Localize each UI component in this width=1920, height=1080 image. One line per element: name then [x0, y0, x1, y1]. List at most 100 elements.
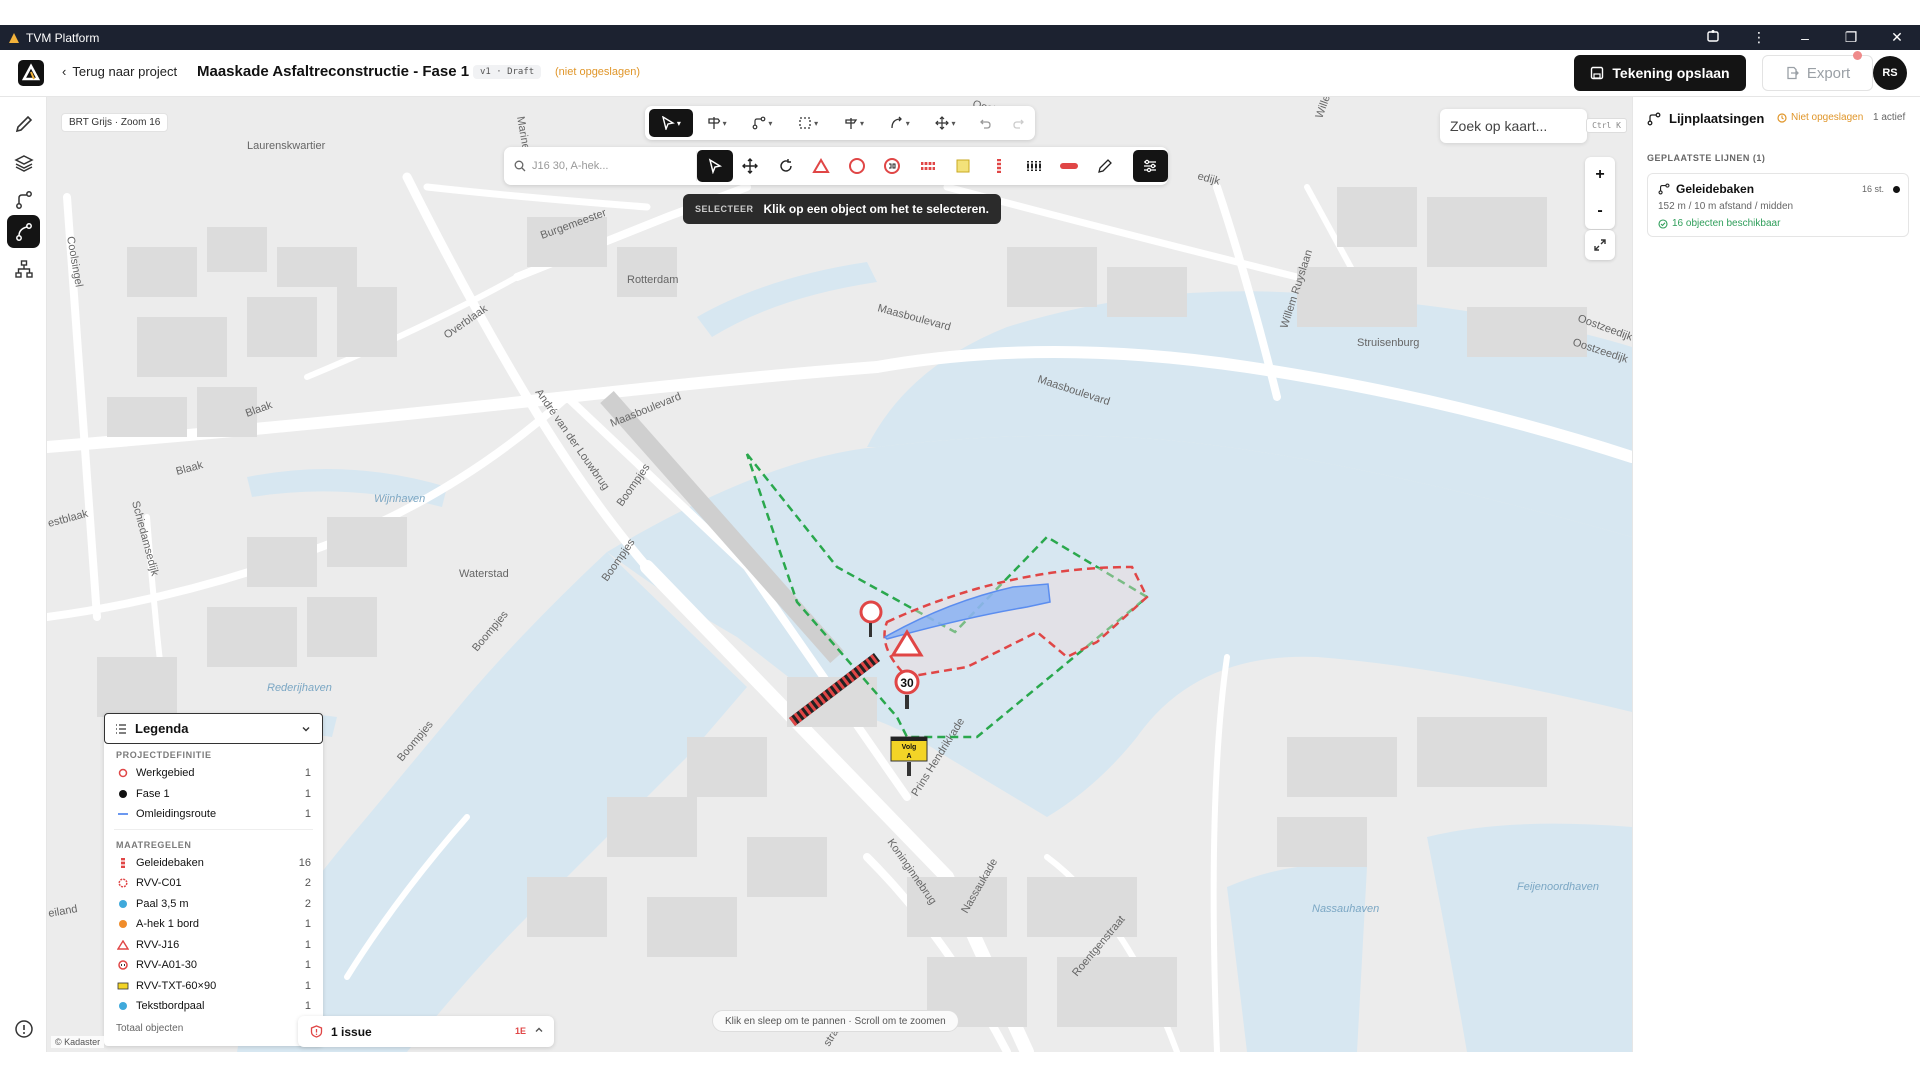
tool-rotate[interactable]: [768, 150, 803, 182]
close-window-button[interactable]: ✕: [1874, 29, 1920, 46]
tool-warning-sign[interactable]: [804, 150, 839, 182]
chevron-down-icon: [301, 722, 311, 737]
minimize-button[interactable]: –: [1782, 30, 1828, 46]
chevron-down-icon: ▾: [768, 118, 773, 128]
label-rederijhaven: Rederijhaven: [267, 682, 332, 694]
legend-label: Geleidebaken: [136, 856, 204, 869]
tool-settings[interactable]: [1132, 150, 1169, 182]
map-canvas[interactable]: Laurenskwartier Rotterdam Overblaak Burg…: [47, 97, 1632, 1052]
tool-speed-sign[interactable]: [874, 150, 909, 182]
layers-button[interactable]: [7, 146, 40, 179]
tool-prohibition-sign[interactable]: [839, 150, 874, 182]
legend-item: A-hek 1 bord 1: [104, 914, 323, 935]
barrier-icon: [920, 162, 935, 170]
legend-item: Tekstbordpaal 1: [104, 996, 323, 1017]
hierarchy-icon: [14, 259, 33, 278]
draw-tool-button[interactable]: [7, 107, 40, 140]
save-drawing-button[interactable]: Tekening opslaan: [1574, 55, 1746, 91]
panel-header: Lijnplaatsingen: [1647, 111, 1764, 126]
label-marine: Marine: [514, 115, 532, 150]
beacon-icon: [121, 857, 125, 868]
label-wille: Wille: [1314, 97, 1333, 120]
issues-count: 1E: [514, 1026, 526, 1036]
undo-button[interactable]: [969, 109, 1001, 137]
fullscreen-button[interactable]: [1585, 230, 1615, 260]
window-titlebar: TVM Platform ⋮ – ❐ ✕: [0, 25, 1920, 50]
alert-shield-icon: [310, 1025, 323, 1038]
tooltip-text: Klik op een object om het te selecteren.: [763, 202, 989, 216]
pencil-icon: [15, 115, 32, 132]
object-toolbar: J16 30, A-hek...: [504, 147, 1169, 185]
speed-sign-icon: [884, 158, 901, 174]
placed-lines-section: GEPLAATSTE LIJNEN (1): [1647, 153, 1766, 163]
version-badge: v1 · Draft: [473, 65, 542, 79]
info-button[interactable]: [7, 1012, 40, 1045]
area-select-icon: [799, 117, 811, 129]
redo-button[interactable]: [1003, 109, 1035, 137]
legend-count: 1: [304, 767, 311, 780]
legend-count: 2: [304, 897, 311, 910]
speed-limit-text: 30: [900, 676, 914, 690]
line-mode-dropdown[interactable]: ▾: [741, 109, 785, 137]
curve-mode-dropdown[interactable]: ▾: [878, 109, 922, 137]
detour-line-icon: [118, 813, 128, 816]
harbour-oude-haven: [697, 262, 877, 337]
info-icon: [14, 1019, 33, 1038]
marker-mode-dropdown[interactable]: ▾: [832, 109, 876, 137]
legend-section-maatregelen: MAATREGELEN: [116, 839, 192, 850]
area-mode-dropdown[interactable]: ▾: [786, 109, 830, 137]
app-logo[interactable]: [18, 60, 44, 86]
save-label: Tekening opslaan: [1612, 65, 1730, 81]
tool-text-board[interactable]: [945, 150, 980, 182]
label-coolsingel: Coolsingel: [64, 235, 85, 288]
structure-button[interactable]: [7, 252, 40, 285]
panel-unsaved-label: Niet opgeslagen: [1791, 112, 1864, 123]
tool-beacon[interactable]: [981, 150, 1016, 182]
legend-toggle[interactable]: Legenda: [104, 713, 323, 744]
cursor-icon: [661, 116, 675, 130]
map-search-input[interactable]: Zoek op kaart... Ctrl K: [1440, 109, 1627, 143]
issues-bar[interactable]: 1 issue 1E: [298, 1016, 554, 1047]
zoom-in-button[interactable]: +: [1585, 157, 1615, 193]
tool-barrier[interactable]: [910, 150, 945, 182]
tool-freehand[interactable]: [1087, 150, 1122, 182]
legend-label: Fase 1: [136, 787, 170, 800]
route-button[interactable]: [7, 183, 40, 216]
warning-triangle-icon: [117, 939, 129, 950]
text-sign-line-1: Volg: [902, 744, 917, 751]
label-maasboulevard-2: Maasboulevard: [876, 302, 952, 333]
object-search-input[interactable]: J16 30, A-hek...: [508, 151, 698, 181]
tooltip-tag: SELECTEER: [695, 204, 754, 214]
back-to-project-link[interactable]: ‹ Terug naar project: [62, 64, 177, 79]
move-mode-dropdown[interactable]: ▾: [924, 109, 968, 137]
tool-beacon-row[interactable]: [1016, 150, 1051, 182]
legend-panel: Legenda PROJECTDEFINITIE Werkgebied 1 Fa…: [104, 713, 323, 1046]
line-placement-button[interactable]: [7, 215, 40, 248]
legend-label: Paal 3,5 m: [136, 897, 189, 910]
select-mode-dropdown[interactable]: ▾: [649, 109, 693, 137]
user-avatar[interactable]: RS: [1873, 56, 1907, 90]
legend-label: RVV-J16: [136, 938, 180, 951]
legend-label: A-hek 1 bord: [136, 918, 199, 931]
card-title: Geleidebaken: [1676, 182, 1755, 196]
sign-mode-dropdown[interactable]: ▾: [695, 109, 739, 137]
restore-button[interactable]: ❐: [1828, 29, 1874, 46]
logo-triangle-icon: [21, 63, 41, 81]
export-button[interactable]: Export: [1762, 55, 1873, 91]
tool-move[interactable]: [733, 150, 768, 182]
rotate-icon: [780, 159, 792, 172]
export-label: Export: [1806, 64, 1851, 82]
tool-road-block[interactable]: [1052, 150, 1087, 182]
label-blaak-2: Blaak: [175, 459, 205, 478]
line-placement-card[interactable]: Geleidebaken 16 st. 152 m / 10 m afstand…: [1647, 173, 1909, 237]
legend-item: RVV-A01-30 1: [104, 955, 323, 976]
more-menu-icon[interactable]: ⋮: [1736, 29, 1782, 46]
beacon-row-icon: [1026, 161, 1041, 171]
zoom-out-button[interactable]: -: [1585, 193, 1615, 229]
legend-item: RVV-J16 1: [104, 935, 323, 956]
app-logo-icon: [9, 32, 19, 43]
prohibition-circle-icon: [848, 158, 865, 174]
tool-select[interactable]: [697, 150, 733, 182]
extensions-icon[interactable]: [1690, 29, 1736, 46]
select-tooltip: SELECTEER Klik op een object om het te s…: [683, 194, 1001, 224]
